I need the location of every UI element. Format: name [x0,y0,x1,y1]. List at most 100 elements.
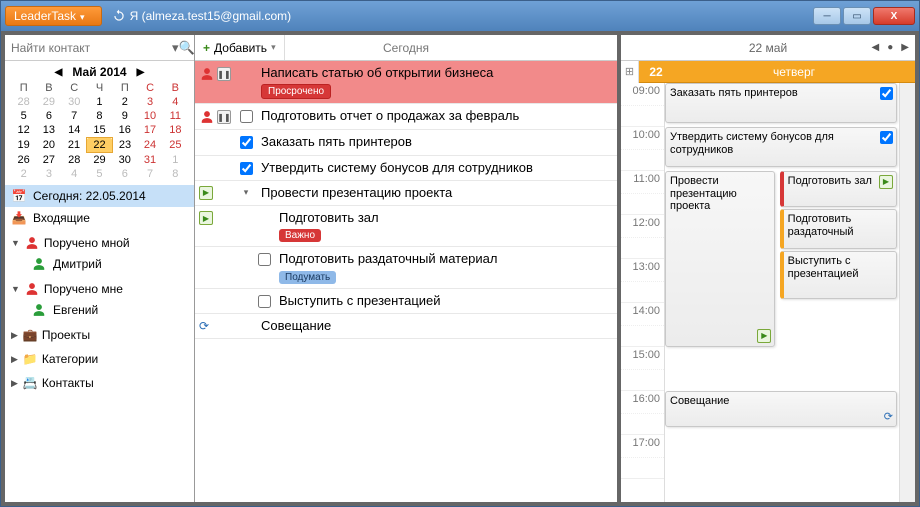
pause-icon[interactable]: ❚❚ [217,110,231,124]
cal-day[interactable]: 5 [11,109,36,123]
scrollbar[interactable] [899,83,915,502]
cal-day[interactable]: 23 [112,138,137,153]
task-checkbox[interactable] [240,162,253,175]
event-checkbox[interactable] [880,131,893,144]
timeline-event[interactable]: Подготовить зал▶ [780,171,897,207]
task-row[interactable]: ▶ ▾ Провести презентацию проекта [195,181,617,206]
window-close-button[interactable]: X [873,7,915,25]
cal-day[interactable]: 29 [36,95,61,109]
cal-day[interactable]: 18 [163,123,188,138]
cal-day[interactable]: 12 [11,123,36,138]
cal-day[interactable]: 14 [62,123,87,138]
cal-day[interactable]: 10 [137,109,162,123]
cal-day[interactable]: 27 [36,153,61,168]
account-indicator[interactable]: Я (almeza.test15@gmail.com) [112,9,292,23]
task-list[interactable]: ❚❚ Написать статью об открытии бизнесаПр… [195,61,617,502]
cal-day[interactable]: 28 [62,153,87,168]
task-checkbox[interactable] [240,110,253,123]
nav-delegated-to-me[interactable]: ▼Поручено мне [5,275,194,299]
task-row[interactable]: Утвердить систему бонусов для сотруднико… [195,156,617,181]
cal-day[interactable]: 17 [137,123,162,138]
cal-day[interactable]: 3 [137,95,162,109]
day-today-icon[interactable]: ● [887,42,893,53]
cal-day[interactable]: 19 [11,138,36,153]
nav-contacts[interactable]: ▶📇Контакты [5,369,194,393]
cal-day[interactable]: 4 [62,167,87,181]
cal-prev-icon[interactable]: ◀ [55,67,63,78]
cal-day[interactable]: 25 [163,138,188,153]
event-title: Подготовить раздаточный [788,213,854,238]
nav-by-me-user[interactable]: Дмитрий [5,253,194,275]
cal-day[interactable]: 30 [62,95,87,109]
task-row[interactable]: Выступить с презентацией [195,289,617,314]
cal-day[interactable]: 6 [36,109,61,123]
play-icon[interactable]: ▶ [757,329,771,343]
task-checkbox[interactable] [258,295,271,308]
timeline-event[interactable]: Заказать пять принтеров [665,83,897,123]
nav-today[interactable]: 📅Сегодня: 22.05.2014 [5,185,194,207]
task-row[interactable]: ❚❚ Подготовить отчет о продажах за февра… [195,104,617,130]
cal-next-icon[interactable]: ▶ [137,67,145,78]
play-icon[interactable]: ▶ [199,211,213,225]
window-maximize-button[interactable]: ▭ [843,7,871,25]
day-next-icon[interactable]: ▶ [901,42,909,53]
cal-day[interactable]: 2 [112,95,137,109]
cal-day[interactable]: 8 [163,167,188,181]
cal-day[interactable]: 1 [163,153,188,168]
task-row[interactable]: Подготовить раздаточный материалПодумать [195,247,617,288]
cal-day[interactable]: 4 [163,95,188,109]
timeline-event[interactable]: Подготовить раздаточный [780,209,897,249]
nav-delegated-by-me[interactable]: ▼Поручено мной [5,229,194,253]
cal-day[interactable]: 5 [87,167,112,181]
timeline-event[interactable]: Выступить с презентацией [780,251,897,299]
cal-day[interactable]: 20 [36,138,61,153]
task-row[interactable]: Заказать пять принтеров [195,130,617,155]
cal-day[interactable]: 1 [87,95,112,109]
search-icon[interactable]: 🔍 [179,40,195,56]
add-task-button[interactable]: +Добавить▾ [195,35,285,60]
cal-day[interactable]: 8 [87,109,112,123]
cal-day[interactable]: 2 [11,167,36,181]
cal-day[interactable]: 31 [137,153,162,168]
timeline-event[interactable]: Провести презентацию проекта▶ [665,171,775,347]
play-icon[interactable]: ▶ [879,175,893,189]
cal-day[interactable]: 11 [163,109,188,123]
cal-day[interactable]: 9 [112,109,137,123]
timeline-event[interactable]: Утвердить систему бонусов для сотруднико… [665,127,897,167]
mini-calendar[interactable]: ◀ Май 2014 ▶ ПВСЧПСВ28293012345678910111… [5,61,194,185]
event-checkbox[interactable] [880,87,893,100]
cal-day[interactable]: 26 [11,153,36,168]
cal-day[interactable]: 3 [36,167,61,181]
timeline[interactable]: 09:0010:0011:0012:0013:0014:0015:0016:00… [621,83,915,502]
nav-categories[interactable]: ▶📁Категории [5,345,194,369]
expand-all-button[interactable]: ⊞ [621,61,639,83]
task-row[interactable]: ▶ Подготовить залВажно [195,206,617,247]
nav-to-me-user[interactable]: Евгений [5,299,194,321]
task-checkbox[interactable] [258,253,271,266]
expand-toggle-icon[interactable]: ▾ [241,187,251,198]
cal-day[interactable]: 28 [11,95,36,109]
cal-day[interactable]: 24 [137,138,162,153]
cal-day[interactable]: 7 [62,109,87,123]
cal-day[interactable]: 13 [36,123,61,138]
window-minimize-button[interactable]: ─ [813,7,841,25]
nav-inbox[interactable]: 📥Входящие [5,207,194,229]
task-row[interactable]: ❚❚ Написать статью об открытии бизнесаПр… [195,61,617,104]
cal-day[interactable]: 15 [87,123,112,138]
cal-day[interactable]: 6 [112,167,137,181]
cal-day[interactable]: 29 [87,153,112,168]
search-input[interactable] [5,39,172,57]
cal-day[interactable]: 30 [112,153,137,168]
app-menu-button[interactable]: LeaderTask [5,6,102,26]
cal-day[interactable]: 22 [87,138,112,153]
pause-icon[interactable]: ❚❚ [217,67,231,81]
task-row[interactable]: ⟳ Совещание [195,314,617,339]
cal-day[interactable]: 21 [62,138,87,153]
cal-day[interactable]: 16 [112,123,137,138]
cal-day[interactable]: 7 [137,167,162,181]
nav-projects[interactable]: ▶💼Проекты [5,321,194,345]
day-prev-icon[interactable]: ◀ [872,42,880,53]
play-icon[interactable]: ▶ [199,186,213,200]
timeline-event[interactable]: Совещание⟳ [665,391,897,427]
task-checkbox[interactable] [240,136,253,149]
